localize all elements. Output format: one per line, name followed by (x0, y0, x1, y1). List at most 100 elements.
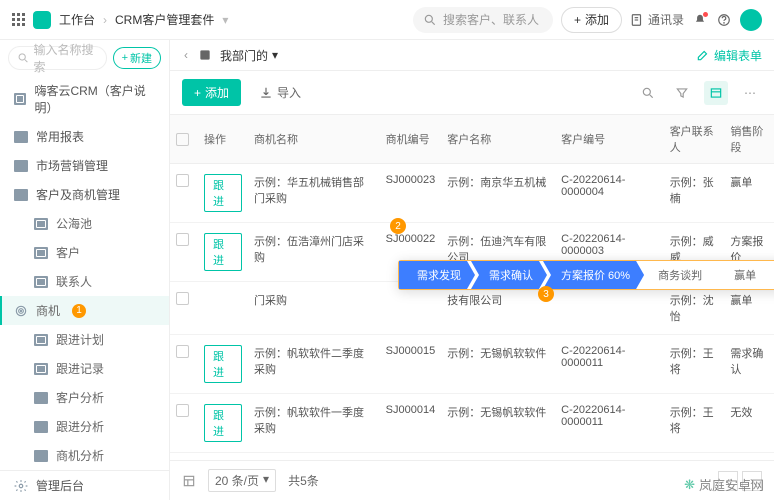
column-header-0[interactable] (170, 115, 198, 164)
column-header-2[interactable]: 商机名称 (248, 115, 380, 164)
cell-contact: 示例：张楠 (664, 164, 725, 223)
cell-cust: 示例：南京华五机械 (441, 164, 555, 223)
sidebar-item-7[interactable]: 商机1 (0, 296, 169, 325)
follow-up-button[interactable]: 跟进 (204, 174, 242, 212)
row-checkbox[interactable] (176, 345, 189, 358)
edit-form-label: 编辑表单 (714, 47, 762, 64)
more-icon: ⋯ (744, 86, 756, 100)
row-checkbox[interactable] (176, 174, 189, 187)
watermark-text: 岚庭安卓网 (699, 475, 764, 494)
sidebar-item-9[interactable]: 跟进记录 (0, 354, 169, 383)
contacts-button[interactable]: 通讯录 (630, 12, 684, 28)
scope-selector[interactable]: 我部门的 ▾ (220, 47, 278, 64)
sidebar-new-button[interactable]: + 新建 (113, 47, 161, 69)
folder-icon (14, 160, 28, 172)
nav-label: 跟进分析 (56, 418, 104, 435)
sidebar-item-6[interactable]: 联系人 (0, 267, 169, 296)
chart-icon (34, 421, 48, 433)
sidebar-search[interactable]: 输入名称搜索 (8, 46, 107, 70)
view-toggle-button[interactable] (704, 81, 728, 105)
global-search[interactable]: 搜索客户、联系人 (413, 7, 553, 33)
row-checkbox[interactable] (176, 233, 189, 246)
chart-icon (34, 450, 48, 462)
notification-dot (703, 12, 708, 17)
column-header-6[interactable]: 客户联系人 (664, 115, 725, 164)
sidebar-item-3[interactable]: 客户及商机管理 (0, 180, 169, 209)
sales-pipeline: 需求发现需求确认方案报价 60%商务谈判赢单输单无效 (398, 260, 774, 290)
pipeline-step-3[interactable]: 商务谈判 (640, 261, 716, 289)
pipeline-step-5[interactable]: 输单 (770, 261, 774, 289)
pipeline-step-1[interactable]: 需求确认 (471, 261, 547, 289)
gear-icon (14, 479, 28, 493)
doc-icon (34, 218, 48, 230)
pipeline-step-0[interactable]: 需求发现 (399, 261, 475, 289)
table-row[interactable]: 跟进示例：帆软软件二季度采购SJ000015示例：无锡帆软软件C-2022061… (170, 335, 774, 394)
pipeline-step-2[interactable]: 方案报价 60% (543, 261, 644, 289)
apps-icon[interactable] (12, 13, 25, 26)
collapse-sidebar-button[interactable]: ‹ (182, 46, 190, 64)
cell-code: SJ000023 (380, 164, 442, 223)
cell-code: SJ000015 (380, 335, 442, 394)
search-icon (641, 86, 655, 100)
add-label: 添加 (205, 84, 229, 101)
app-logo (33, 11, 51, 29)
column-header-1[interactable]: 操作 (198, 115, 248, 164)
table-search-button[interactable] (636, 81, 660, 105)
plus-icon: + (194, 86, 201, 100)
sidebar-item-2[interactable]: 市场营销管理 (0, 151, 169, 180)
cell-name: 示例：伍浩漳州门店采购 (248, 223, 380, 282)
contacts-label: 通讯录 (648, 11, 684, 28)
edit-form-button[interactable]: 编辑表单 (696, 47, 762, 64)
sidebar-item-5[interactable]: 客户 (0, 238, 169, 267)
help-button[interactable] (716, 12, 732, 28)
import-button[interactable]: 导入 (251, 79, 309, 106)
follow-up-button[interactable]: 跟进 (204, 404, 242, 442)
follow-up-button[interactable]: 跟进 (204, 233, 242, 271)
header-add-button[interactable]: + 添加 (561, 7, 622, 33)
chart-icon (34, 392, 48, 404)
cell-cust: 示例：无锡帆软软件 (441, 335, 555, 394)
more-button[interactable]: ⋯ (738, 81, 762, 105)
select-all-checkbox[interactable] (176, 133, 189, 146)
filter-button[interactable] (670, 81, 694, 105)
import-icon (259, 86, 273, 100)
user-avatar[interactable] (740, 9, 762, 31)
cell-cust-code: C-20220614-0000011 (555, 335, 664, 394)
column-header-7[interactable]: 销售阶段 (724, 115, 774, 164)
nav-label: 商机分析 (56, 447, 104, 464)
sidebar-item-0[interactable]: 嗨客云CRM（客户说明） (0, 76, 169, 122)
row-checkbox[interactable] (176, 292, 189, 305)
org-icon (198, 48, 212, 62)
notifications-button[interactable] (692, 12, 708, 28)
cell-name: 示例：华五机械销售部门采购 (248, 164, 380, 223)
column-header-4[interactable]: 客户名称 (441, 115, 555, 164)
breadcrumb-workspace[interactable]: 工作台 (59, 11, 95, 28)
chevron-down-icon: ▾ (272, 48, 278, 62)
sidebar-item-8[interactable]: 跟进计划 (0, 325, 169, 354)
layout-icon[interactable] (182, 474, 196, 488)
chevron-down-icon[interactable]: ▾ (222, 13, 228, 27)
nav-label: 商机 (36, 302, 60, 319)
sidebar-search-placeholder: 输入名称搜索 (33, 41, 97, 75)
column-header-5[interactable]: 客户编号 (555, 115, 664, 164)
content-add-button[interactable]: + 添加 (182, 79, 241, 106)
doc-icon (34, 276, 48, 288)
sidebar-item-12[interactable]: 商机分析 (0, 441, 169, 470)
sidebar-item-11[interactable]: 跟进分析 (0, 412, 169, 441)
search-icon (423, 13, 437, 27)
table-row[interactable]: 跟进示例：帆软软件一季度采购SJ000014示例：无锡帆软软件C-2022061… (170, 394, 774, 453)
sidebar-item-10[interactable]: 客户分析 (0, 383, 169, 412)
row-checkbox[interactable] (176, 404, 189, 417)
page-size-select[interactable]: 20 条/页 ▾ (208, 469, 276, 492)
cell-cust: 示例：无锡帆软软件 (441, 394, 555, 453)
sidebar-item-4[interactable]: 公海池 (0, 209, 169, 238)
total-count: 共5条 (288, 472, 319, 489)
table-row[interactable]: 跟进示例：华五机械销售部门采购SJ000023示例：南京华五机械C-202206… (170, 164, 774, 223)
column-header-3[interactable]: 商机编号 (380, 115, 442, 164)
page-size-label: 20 条/页 (215, 472, 259, 489)
sidebar-item-16[interactable]: 管理后台 (0, 471, 169, 500)
pipeline-step-4[interactable]: 赢单 (716, 261, 770, 289)
follow-up-button[interactable]: 跟进 (204, 345, 242, 383)
sidebar-item-1[interactable]: 常用报表 (0, 122, 169, 151)
breadcrumb-suite[interactable]: CRM客户管理套件 (115, 11, 214, 28)
